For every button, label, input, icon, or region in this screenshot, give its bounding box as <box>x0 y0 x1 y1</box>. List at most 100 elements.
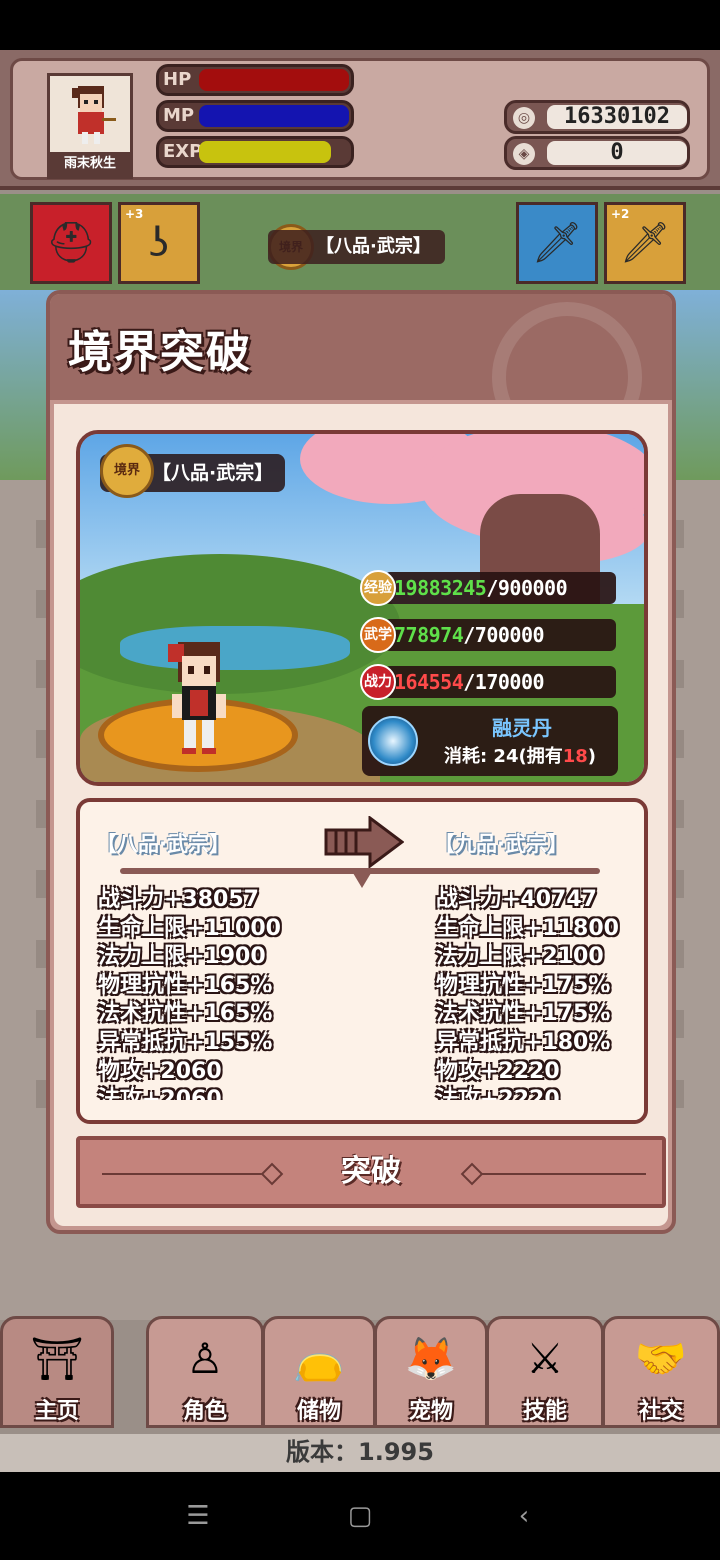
gem-value: 0 <box>547 141 687 165</box>
stat-line: 物攻+2060 <box>98 1058 222 1084</box>
current-realm-label: 【八品·武宗】 <box>96 832 230 856</box>
sword-icon: 🗡 <box>531 220 583 266</box>
home-square-icon[interactable]: ▢ <box>346 1502 374 1530</box>
scroll-fade <box>80 1100 644 1120</box>
stat-line: 物理抗性+175% <box>436 972 611 998</box>
nav-character[interactable]: ♙ 角色 <box>146 1316 264 1428</box>
stat-line: 法术抗性+165% <box>98 1001 273 1027</box>
secondary-weapon-slot[interactable]: +2 🗡 <box>604 202 686 284</box>
avatar <box>72 86 116 144</box>
back-icon[interactable]: ‹ <box>510 1502 538 1530</box>
nav-label: 主页 <box>34 1399 79 1424</box>
version-label: 版本：1.995 <box>0 1434 720 1472</box>
pond <box>120 626 350 670</box>
header-emblem-icon <box>492 302 642 400</box>
exp-required: /900000 <box>486 576 568 600</box>
coin-value: 16330102 <box>547 105 687 129</box>
nav-label: 宠物 <box>408 1399 453 1424</box>
mp-label: MP <box>163 105 195 126</box>
realm-badge-icon: 境界 <box>100 444 154 498</box>
bag-icon: 👝 <box>292 1334 346 1383</box>
top-hud: 雨末秋生 HP MP EXP ◎ 16330102 ◈ 0 <box>0 50 720 190</box>
menu-icon[interactable]: ☰ <box>184 1502 212 1530</box>
pill-cost: 消耗: 24(拥有18) <box>424 742 616 768</box>
character-icon: ♙ <box>186 1334 224 1383</box>
nav-social[interactable]: 🤝 社交 <box>602 1316 720 1428</box>
spirit-pill-icon <box>368 716 418 766</box>
requirement-martial: 778974/700000 <box>384 619 616 651</box>
nav-skills[interactable]: ⚔ 技能 <box>486 1316 604 1428</box>
breakthrough-label: 突破 <box>341 1154 401 1189</box>
pill-requirement: 融灵丹 消耗: 24(拥有18) <box>362 706 618 776</box>
divider-notch <box>350 868 374 888</box>
bottom-navigation: ⛩ 主页 ♙ 角色 👝 储物 🦊 宠物 ⚔ 技能 🤝 社交 <box>0 1316 720 1430</box>
power-required: /170000 <box>463 670 545 694</box>
stat-line: 战斗力+40747 <box>436 887 597 912</box>
hp-label: HP <box>163 69 192 90</box>
martial-required: /700000 <box>463 623 545 647</box>
game-screen: 雨末秋生 HP MP EXP ◎ 16330102 ◈ 0 ⛑ +3 ʖ 【八品… <box>0 50 720 1472</box>
next-realm-label: 【九品·武宗】 <box>434 832 568 856</box>
current-stats: 战斗力+38057 生命上限+11000 法力上限+1900 物理抗性+165%… <box>98 886 338 1115</box>
nav-label: 储物 <box>296 1399 341 1424</box>
realm-scene: 【八品·武宗】 境界 19883245/900000 经验 778974/700… <box>76 430 648 786</box>
status-bar <box>0 0 720 50</box>
sword-icon: ⚔ <box>526 1334 564 1383</box>
dialog-header: 境界突破 <box>50 294 672 400</box>
current-realm: 【八品·武宗】 <box>268 230 445 264</box>
player-portrait[interactable]: 雨末秋生 <box>47 73 133 179</box>
gate-icon: ⛩ <box>30 1334 84 1383</box>
nav-pets[interactable]: 🦊 宠物 <box>374 1316 488 1428</box>
pill-owned: 18 <box>562 746 588 767</box>
stat-line: 异常抵抗+155% <box>98 1029 273 1055</box>
exp-bar: EXP <box>156 136 354 168</box>
martial-icon: 武学 <box>360 617 396 653</box>
exp-fill <box>199 141 331 163</box>
hp-bar: HP <box>156 64 354 96</box>
stat-line: 法力上限+2100 <box>436 944 604 970</box>
arrow-right-icon <box>324 816 404 868</box>
realm-breakthrough-dialog: 境界突破 【八品·武宗】 境界 19883245/900000 经验 77897… <box>46 290 676 1234</box>
coin-counter: ◎ 16330102 <box>504 100 690 134</box>
necklace-slot[interactable]: +3 ʖ <box>118 202 200 284</box>
player-name: 雨末秋生 <box>50 152 130 176</box>
exp-current: 19883245 <box>394 576 487 600</box>
stat-line: 生命上限+11800 <box>436 915 619 941</box>
nav-storage[interactable]: 👝 储物 <box>262 1316 376 1428</box>
stat-line: 战斗力+38057 <box>98 887 259 912</box>
helmet-slot[interactable]: ⛑ <box>30 202 112 284</box>
gem-counter: ◈ 0 <box>504 136 690 170</box>
handshake-icon: 🤝 <box>634 1334 688 1383</box>
nav-home[interactable]: ⛩ 主页 <box>0 1316 114 1428</box>
requirement-exp: 19883245/900000 <box>384 572 616 604</box>
weapon-slot[interactable]: 🗡 <box>516 202 598 284</box>
power-current: 164554 <box>394 670 464 694</box>
nav-label: 角色 <box>182 1399 227 1424</box>
stat-line: 异常抵抗+180% <box>436 1029 611 1055</box>
breakthrough-button[interactable]: 突破 <box>76 1136 666 1208</box>
necklace-icon: ʖ <box>148 220 170 266</box>
nav-label: 技能 <box>522 1399 567 1424</box>
requirement-power: 164554/170000 <box>384 666 616 698</box>
martial-current: 778974 <box>394 623 464 647</box>
stat-line: 物攻+2220 <box>436 1058 560 1084</box>
stat-line: 法术抗性+175% <box>436 1001 611 1027</box>
equipment-row: ⛑ +3 ʖ 境界 【八品·武宗】 🗡 +2 🗡 <box>0 194 720 290</box>
exp-label: EXP <box>163 141 203 162</box>
stat-line: 生命上限+11000 <box>98 915 281 941</box>
pet-icon: 🦊 <box>404 1334 458 1383</box>
pill-cost-suffix: ) <box>587 746 597 767</box>
next-stats: 战斗力+40747 生命上限+11800 法力上限+2100 物理抗性+175%… <box>436 886 644 1115</box>
pill-name: 融灵丹 <box>492 716 552 740</box>
pill-cost-prefix: 消耗: 24(拥有 <box>443 746 563 767</box>
mp-fill <box>199 105 349 127</box>
player-character <box>168 642 226 754</box>
gem-icon: ◈ <box>513 143 535 165</box>
exp-icon: 经验 <box>360 570 396 606</box>
dialog-title: 境界突破 <box>68 327 252 378</box>
stat-line: 物理抗性+165% <box>98 972 273 998</box>
stat-comparison[interactable]: 【八品·武宗】 【九品·武宗】 战斗力+38057 生命上限+11000 法力上… <box>76 798 648 1124</box>
dagger-icon: 🗡 <box>619 220 671 266</box>
power-icon: 战力 <box>360 664 396 700</box>
helmet-icon: ⛑ <box>45 220 97 266</box>
